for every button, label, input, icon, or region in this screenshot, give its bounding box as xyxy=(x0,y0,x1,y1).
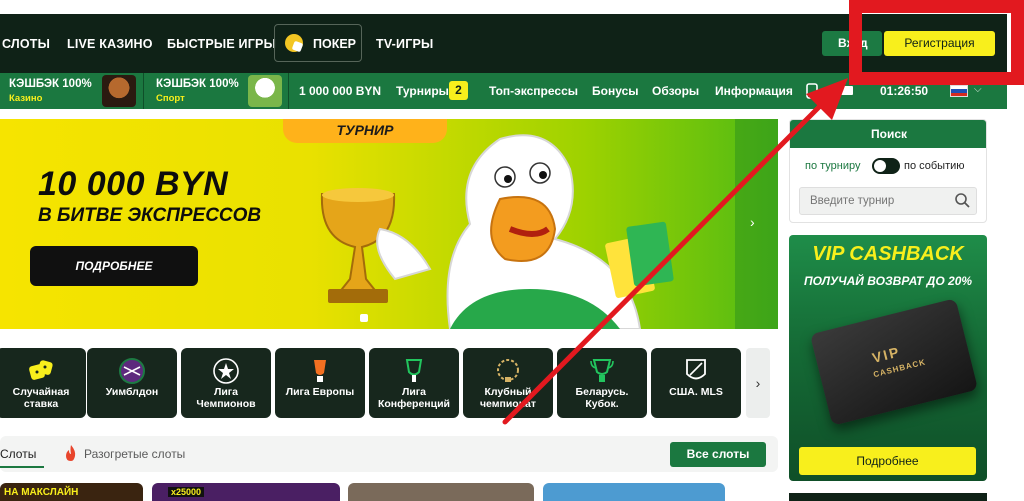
nav-bonuses[interactable]: Бонусы xyxy=(592,84,639,98)
active-tab-indicator xyxy=(0,466,44,468)
search-icon[interactable] xyxy=(954,192,970,208)
search-by-tournament[interactable]: по турниру xyxy=(805,160,861,172)
europa-league-icon xyxy=(314,360,326,382)
category-label: Лига Европы xyxy=(285,386,355,398)
fire-icon xyxy=(66,445,76,461)
tournaments-count-badge: 2 xyxy=(449,81,468,100)
vip-subtitle: ПОЛУЧАЙ ВОЗВРАТ ДО 20% xyxy=(803,274,973,288)
vip-more-button[interactable]: Подробнее xyxy=(799,447,976,475)
banner-more-button[interactable]: ПОДРОБНЕЕ xyxy=(30,246,198,286)
cashback-casino[interactable]: КЭШБЭК 100% Казино xyxy=(0,73,143,109)
mobile-icon[interactable] xyxy=(806,83,818,99)
club-world-cup-icon xyxy=(497,359,519,382)
banner-next-area[interactable] xyxy=(735,119,778,329)
vip-title: VIP CASHBACK xyxy=(812,243,964,265)
category-label: США. MLS xyxy=(669,386,723,398)
tab-slots[interactable]: Слоты xyxy=(0,447,36,461)
poker-icon xyxy=(285,34,303,52)
dog-mascot-icon xyxy=(102,75,136,107)
divider xyxy=(288,73,289,109)
cashback-casino-title: КЭШБЭК 100% xyxy=(9,78,92,90)
nav-million[interactable]: 1 000 000 BYN xyxy=(299,84,381,98)
category-belarus-cup[interactable]: Беларусь. Кубок. xyxy=(557,348,647,418)
chevron-right-icon[interactable]: › xyxy=(750,214,755,230)
category-conference-league[interactable]: Лига Конференций xyxy=(369,348,459,418)
category-label: Уимблдон xyxy=(105,386,159,398)
search-mode-toggle[interactable] xyxy=(872,158,900,174)
category-champions-league[interactable]: Лига Чемпионов xyxy=(181,348,271,418)
dice-icon xyxy=(29,360,53,380)
cashback-casino-sub: Казино xyxy=(9,93,43,104)
cup-icon xyxy=(590,359,614,382)
vip-cashback-promo[interactable]: VIP CASHBACK ПОЛУЧАЙ ВОЗВРАТ ДО 20% VIP … xyxy=(789,235,987,481)
chevron-right-icon[interactable]: › xyxy=(746,348,770,418)
bell-icon[interactable] xyxy=(840,84,854,96)
slot-thumbnail-badge: x25000 xyxy=(168,487,205,497)
cashback-sport[interactable]: КЭШБЭК 100% Спорт xyxy=(144,73,288,109)
search-by-event[interactable]: по событию xyxy=(904,160,965,172)
category-label: Лига Конференций xyxy=(377,386,450,410)
nav-poker[interactable]: ПОКЕР xyxy=(274,24,362,62)
sidebar-next-block xyxy=(789,493,987,501)
conference-league-icon xyxy=(405,359,423,382)
slot-thumbnail-caption: НА МАКСЛАЙН xyxy=(4,487,79,498)
goose-trophy-illustration xyxy=(320,134,674,329)
vip-card-title: VIP xyxy=(870,343,903,366)
cashback-sport-title: КЭШБЭК 100% xyxy=(156,78,239,90)
slot-thumbnail[interactable]: x25000 xyxy=(152,483,340,501)
category-usa-mls[interactable]: США. MLS xyxy=(651,348,741,418)
category-random-bet[interactable]: Случайная ставка xyxy=(0,348,86,418)
cashback-sport-sub: Спорт xyxy=(156,93,185,104)
carousel-dot[interactable] xyxy=(360,314,368,322)
sport-categories: Случайная ставка Уимблдон Лига Чемпионов… xyxy=(0,348,780,420)
category-club-world-cup[interactable]: Клубный чемпионат xyxy=(463,348,553,418)
nav-slots[interactable]: СЛОТЫ xyxy=(2,37,50,51)
slot-thumbnail[interactable]: НА МАКСЛАЙН xyxy=(0,483,143,501)
goose-mascot-icon xyxy=(248,75,282,107)
search-panel: Поиск по турниру по событию xyxy=(789,119,987,223)
flag-ru-icon[interactable] xyxy=(950,85,968,97)
search-title: Поиск xyxy=(790,120,986,148)
slots-tabs-bar: Слоты Разогретые слоты Все слоты xyxy=(0,436,778,472)
banner-subtitle: В БИТВЕ ЭКСПРЕССОВ xyxy=(38,205,262,226)
banner-amount: 10 000 BYN xyxy=(38,165,229,203)
category-label: Клубный чемпионат xyxy=(479,386,537,410)
search-input[interactable] xyxy=(799,187,977,215)
nav-tv-games[interactable]: TV-ИГРЫ xyxy=(376,37,434,51)
nav-tournaments[interactable]: Турниры xyxy=(396,84,449,98)
slot-thumbnail[interactable] xyxy=(348,483,534,501)
nav-information[interactable]: Информация xyxy=(715,84,793,98)
all-slots-button[interactable]: Все слоты xyxy=(670,442,766,467)
chevron-down-icon[interactable]: ⌵ xyxy=(974,84,982,95)
category-label: Беларусь. Кубок. xyxy=(575,386,629,410)
clock: 01:26:50 xyxy=(880,84,929,98)
nav-live-casino[interactable]: LIVE КАЗИНО xyxy=(67,37,153,51)
category-europa-league[interactable]: Лига Европы xyxy=(275,348,365,418)
wimbledon-icon xyxy=(119,358,145,384)
nav-top-express[interactable]: Топ-экспрессы xyxy=(489,84,578,98)
mls-icon xyxy=(686,359,706,380)
category-label: Случайная ставка xyxy=(12,386,70,410)
promo-banner[interactable]: ТУРНИР 10 000 BYN В БИТВЕ ЭКСПРЕССОВ ПОД… xyxy=(0,119,778,329)
highlight-box xyxy=(849,0,1024,85)
category-wimbledon[interactable]: Уимблдон xyxy=(87,348,177,418)
slot-thumbnail[interactable] xyxy=(543,483,725,501)
vip-card-image: VIP CASHBACK xyxy=(809,298,979,426)
nav-fast-games[interactable]: БЫСТРЫЕ ИГРЫ xyxy=(167,37,276,51)
category-label: Лига Чемпионов xyxy=(196,386,256,410)
champions-league-icon xyxy=(213,358,239,384)
tab-hot-slots[interactable]: Разогретые слоты xyxy=(84,447,185,461)
nav-reviews[interactable]: Обзоры xyxy=(652,84,699,98)
nav-poker-label: ПОКЕР xyxy=(313,37,357,51)
